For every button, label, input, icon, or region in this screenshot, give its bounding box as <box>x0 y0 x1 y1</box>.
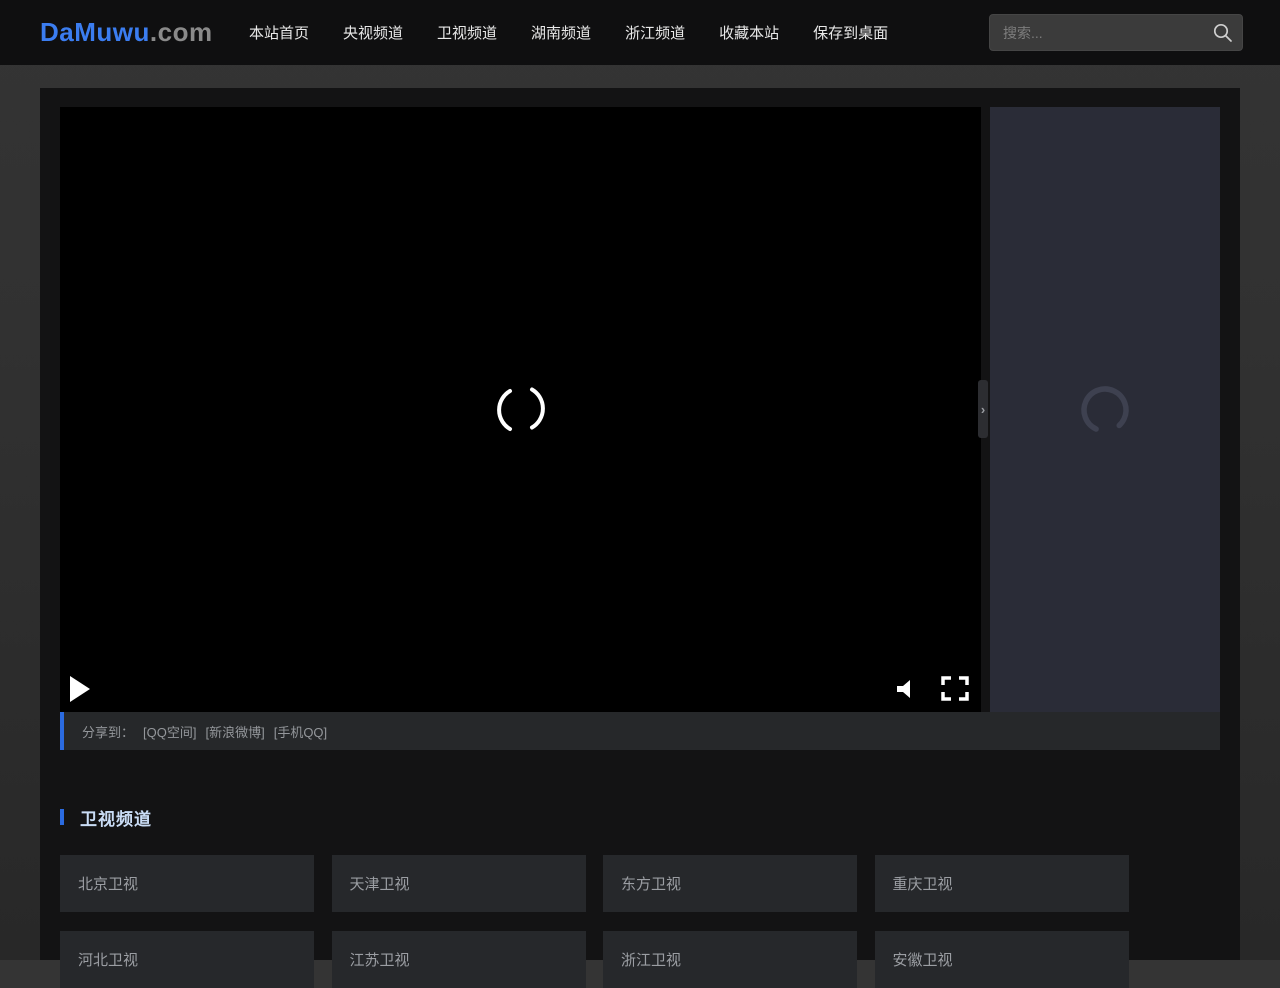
nav-item-satellite-channels[interactable]: 卫视频道 <box>437 22 497 43</box>
fullscreen-button[interactable] <box>941 676 969 701</box>
play-button[interactable] <box>70 675 96 703</box>
section-title: 卫视频道 <box>80 805 152 830</box>
channel-card-chongqing[interactable]: 重庆卫视 <box>875 855 1129 912</box>
share-link-mobile-qq[interactable]: [手机QQ] <box>274 722 327 741</box>
search-input[interactable] <box>990 15 1200 50</box>
volume-button[interactable] <box>895 678 917 700</box>
loading-spinner-icon <box>491 380 551 440</box>
video-player[interactable] <box>60 107 981 712</box>
channel-card-tianjin[interactable]: 天津卫视 <box>332 855 586 912</box>
nav-item-zhejiang-channels[interactable]: 浙江频道 <box>625 22 685 43</box>
logo[interactable]: DaMuwu.com <box>40 0 213 65</box>
channel-card-dongfang[interactable]: 东方卫视 <box>603 855 857 912</box>
share-bar: 分享到： [QQ空间] [新浪微博] [手机QQ] <box>60 712 1220 750</box>
share-link-qzone[interactable]: [QQ空间] <box>143 722 196 741</box>
section-accent-bar <box>60 809 64 825</box>
nav-item-save-to-desktop[interactable]: 保存到桌面 <box>813 22 888 43</box>
content: › 分享到： [QQ空间] [新浪微博] [手机QQ] 卫视频道 北京卫视 天津… <box>40 88 1240 960</box>
channel-grid: 北京卫视 天津卫视 东方卫视 重庆卫视 河北卫视 江苏卫视 浙江卫视 安徽卫视 <box>60 855 1220 988</box>
share-label: 分享到： <box>82 722 134 741</box>
main-nav: 本站首页 央视频道 卫视频道 湖南频道 浙江频道 收藏本站 保存到桌面 <box>249 0 888 65</box>
nav-item-bookmark-site[interactable]: 收藏本站 <box>719 22 779 43</box>
chevron-right-icon: › <box>981 403 985 416</box>
speaker-icon <box>895 678 917 700</box>
play-icon <box>70 676 90 702</box>
header: DaMuwu.com 本站首页 央视频道 卫视频道 湖南频道 浙江频道 收藏本站… <box>0 0 1280 65</box>
sidebar-loading-spinner-icon <box>1077 382 1133 438</box>
section-header: 卫视频道 <box>60 807 152 827</box>
search-box <box>989 14 1243 51</box>
playlist-sidebar <box>990 107 1220 712</box>
share-link-weibo[interactable]: [新浪微博] <box>205 722 264 741</box>
search-icon[interactable] <box>1213 23 1233 43</box>
sidebar-toggle[interactable]: › <box>978 380 988 438</box>
fullscreen-icon <box>941 676 969 701</box>
logo-tld: .com <box>150 17 213 48</box>
nav-item-hunan-channels[interactable]: 湖南频道 <box>531 22 591 43</box>
channel-card-beijing[interactable]: 北京卫视 <box>60 855 314 912</box>
logo-brand: DaMuwu <box>40 17 150 48</box>
nav-item-home[interactable]: 本站首页 <box>249 22 309 43</box>
nav-item-cctv-channels[interactable]: 央视频道 <box>343 22 403 43</box>
